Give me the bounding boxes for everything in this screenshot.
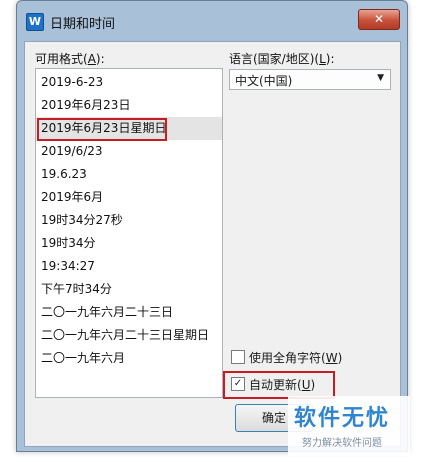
language-value: 中文(中国) — [235, 74, 293, 88]
list-item[interactable]: 2019/6/23 — [36, 140, 222, 163]
formats-listbox[interactable]: 2019-6-23 2019年6月23日 2019年6月23日星期日 2019/… — [35, 68, 223, 398]
watermark-subtitle: 努力解决软件问题 — [302, 438, 382, 449]
close-icon: ✕ — [373, 12, 385, 26]
wps-writer-icon: W — [26, 13, 44, 31]
language-select[interactable]: 中文(中国) ▼ — [229, 69, 391, 90]
fullwidth-checkbox[interactable] — [231, 350, 245, 364]
list-item[interactable]: 二〇一九年六月 — [36, 347, 222, 370]
watermark-title: 软件无忧 — [294, 406, 391, 431]
list-item[interactable]: 2019年6月 — [36, 186, 222, 209]
list-item[interactable]: 19:34:27 — [36, 255, 222, 278]
language-label: 语言(国家/地区)(L): — [229, 52, 335, 66]
list-item[interactable]: 二〇一九年六月二十三日星期日 — [36, 324, 222, 347]
autoupdate-checkbox[interactable]: ✓ — [231, 377, 245, 391]
dialog-title: 日期和时间 — [50, 17, 116, 32]
close-button[interactable]: ✕ — [358, 9, 400, 30]
dialog-body: 可用格式(A): 2019-6-23 2019年6月23日 2019年6月23日… — [24, 41, 401, 447]
autoupdate-label: 自动更新(U) — [249, 378, 316, 392]
fullwidth-option[interactable]: 使用全角字符(W) — [231, 348, 391, 366]
title-bar[interactable]: W 日期和时间 ✕ — [17, 1, 407, 41]
chevron-down-icon: ▼ — [377, 73, 384, 83]
watermark-logo: 软件无忧 努力解决软件问题 — [288, 396, 410, 456]
date-time-dialog: W 日期和时间 ✕ 可用格式(A): 2019-6-23 2019年6月23日 … — [16, 0, 408, 452]
formats-label: 可用格式(A): — [35, 52, 105, 66]
list-item[interactable]: 二〇一九年六月二十三日 — [36, 301, 222, 324]
list-item[interactable]: 19.6.23 — [36, 163, 222, 186]
list-item[interactable]: 2019年6月23日 — [36, 94, 222, 117]
list-item[interactable]: 19时34分27秒 — [36, 209, 222, 232]
fullwidth-label: 使用全角字符(W) — [249, 351, 343, 365]
list-item[interactable]: 2019-6-23 — [36, 71, 222, 94]
list-item[interactable]: 19时34分 — [36, 232, 222, 255]
autoupdate-option[interactable]: ✓ 自动更新(U) — [231, 375, 331, 393]
list-item-selected[interactable]: 2019年6月23日星期日 — [36, 117, 222, 140]
list-item[interactable]: 下午7时34分 — [36, 278, 222, 301]
